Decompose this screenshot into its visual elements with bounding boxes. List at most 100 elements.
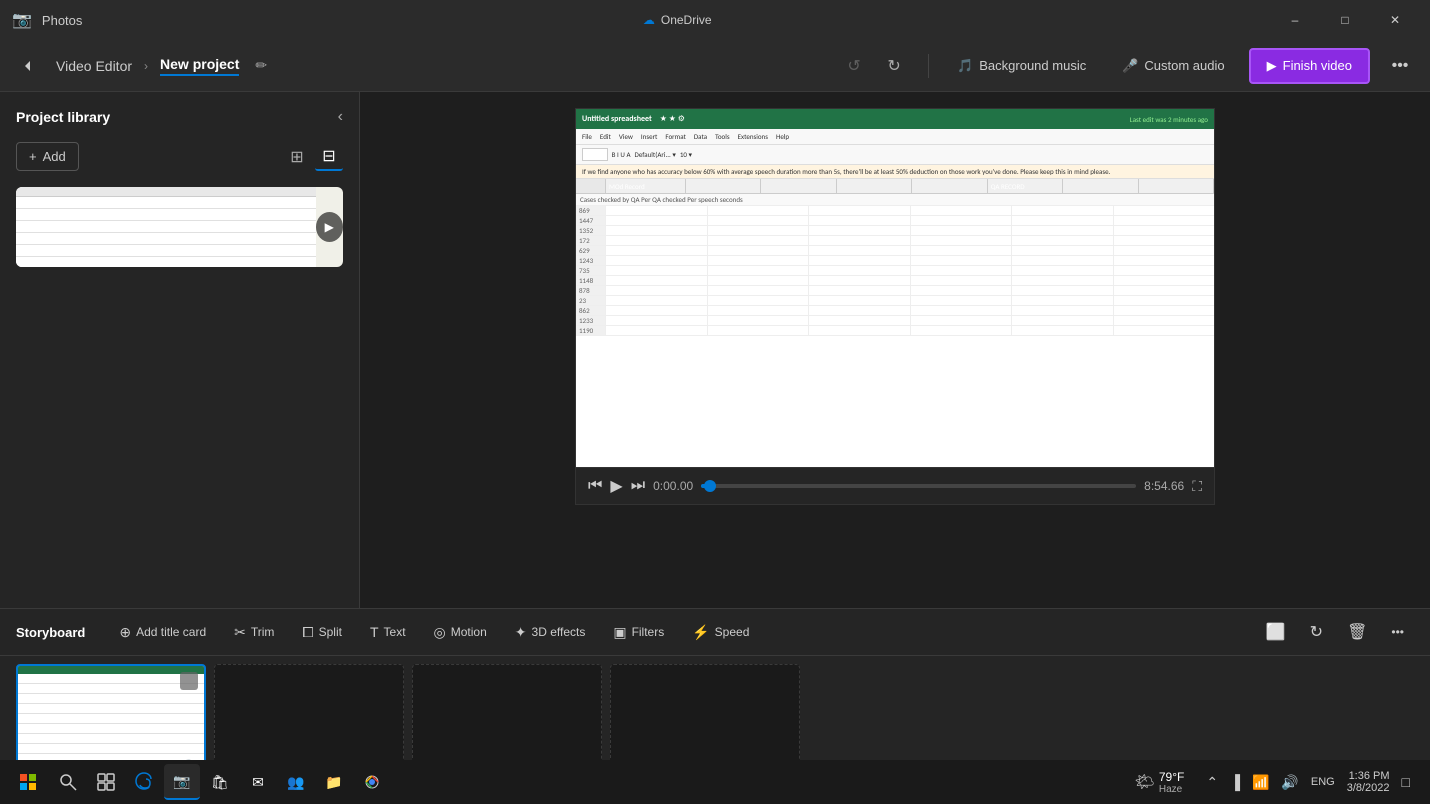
close-button[interactable]: ✕ bbox=[1372, 0, 1418, 40]
total-time-display: 8:54.66 bbox=[1144, 479, 1184, 493]
effects-3d-icon: ✦ bbox=[515, 624, 527, 641]
edge-taskbar-button[interactable] bbox=[126, 764, 162, 800]
onedrive-label: OneDrive bbox=[661, 13, 712, 27]
battery-icon[interactable]: ▐ bbox=[1226, 770, 1244, 794]
split-icon: ⧠ bbox=[302, 624, 313, 641]
photos-taskbar-button[interactable]: 📷 bbox=[164, 764, 200, 800]
edit-project-name-icon[interactable]: ✏ bbox=[255, 57, 267, 74]
video-controls-bar: ⏮ ▶ ⏭ 0:00.00 8:54.66 ⛶ bbox=[575, 468, 1215, 505]
speed-icon: ⚡ bbox=[692, 624, 709, 641]
finish-video-button[interactable]: ▶ Finish video bbox=[1249, 48, 1370, 84]
add-title-card-icon: ⊕ bbox=[119, 624, 131, 641]
mail-taskbar-button[interactable]: ✉ bbox=[240, 764, 276, 800]
grid-view-button[interactable]: ⊞ bbox=[283, 143, 311, 171]
weather-widget[interactable]: 🌤 79°F Haze bbox=[1127, 766, 1193, 799]
skip-back-button[interactable]: ⏮ bbox=[588, 477, 602, 495]
media-thumbnail: ▶ bbox=[16, 187, 343, 267]
video-preview-container: Untitled spreadsheet ★ ★ ⚙ Last edit was… bbox=[575, 108, 1215, 505]
filters-button[interactable]: ▣ Filters bbox=[603, 619, 674, 646]
more-options-button[interactable]: ••• bbox=[1382, 48, 1418, 84]
crop-icon-button[interactable]: ⬜ bbox=[1256, 617, 1296, 647]
speed-button[interactable]: ⚡ Speed bbox=[682, 619, 759, 646]
spreadsheet-lines bbox=[16, 197, 316, 267]
app-name-label: Video Editor bbox=[56, 58, 132, 74]
add-icon: + bbox=[29, 149, 37, 164]
taskbar: 📷 🛍 ✉ 👥 📁 🌤 79°F Haze ⌃ ▐ 📶 🔊 ENG 1:36 P… bbox=[0, 760, 1430, 804]
sidebar-toolbar: + Add ⊞ ⊟ bbox=[16, 142, 343, 171]
search-taskbar-button[interactable] bbox=[50, 764, 86, 800]
more-storyboard-button[interactable]: ••• bbox=[1381, 617, 1414, 647]
skip-forward-button[interactable]: ⏭ bbox=[631, 477, 645, 495]
background-music-button[interactable]: 🎵 Background music bbox=[945, 52, 1098, 80]
file-explorer-button[interactable]: 📁 bbox=[316, 764, 352, 800]
maximize-button[interactable]: □ bbox=[1322, 0, 1368, 40]
main-layout: Project library ‹ + Add ⊞ ⊟ ▶ bbox=[0, 92, 1430, 608]
redo-button[interactable]: ↻ bbox=[876, 48, 912, 84]
teams-taskbar-button[interactable]: 👥 bbox=[278, 764, 314, 800]
title-bar-controls: – □ ✕ bbox=[1272, 0, 1418, 40]
video-content: Untitled spreadsheet ★ ★ ⚙ Last edit was… bbox=[576, 109, 1214, 467]
clip-green-bar bbox=[18, 666, 204, 674]
cloud-icon: ☁ bbox=[643, 13, 655, 27]
delete-icon-button[interactable]: 🗑 bbox=[1337, 617, 1377, 647]
task-view-button[interactable] bbox=[88, 764, 124, 800]
preview-area: Untitled spreadsheet ★ ★ ⚙ Last edit was… bbox=[360, 92, 1430, 608]
trim-button[interactable]: ✂ Trim bbox=[224, 619, 284, 646]
spreadsheet-header bbox=[16, 187, 316, 197]
weather-info: 79°F Haze bbox=[1159, 770, 1184, 795]
split-button[interactable]: ⧠ Split bbox=[292, 619, 352, 646]
breadcrumb-separator: › bbox=[144, 59, 148, 73]
effects-3d-button[interactable]: ✦ 3D effects bbox=[505, 619, 596, 646]
language-indicator[interactable]: ENG bbox=[1307, 772, 1339, 792]
current-time-display: 0:00.00 bbox=[653, 479, 693, 493]
add-media-button[interactable]: + Add bbox=[16, 142, 79, 171]
onedrive-area: ☁ OneDrive bbox=[643, 13, 712, 27]
chevron-up-icon[interactable]: ⌃ bbox=[1202, 770, 1222, 795]
start-button[interactable] bbox=[8, 764, 48, 800]
video-preview: Untitled spreadsheet ★ ★ ⚙ Last edit was… bbox=[575, 108, 1215, 468]
undo-button[interactable]: ↺ bbox=[836, 48, 872, 84]
speaker-icon[interactable]: 🔊 bbox=[1277, 770, 1302, 795]
date-display: 3/8/2022 bbox=[1347, 782, 1390, 794]
storyboard-extra-icons: ⬜ ↻ 🗑 ••• bbox=[1256, 617, 1414, 647]
text-button[interactable]: T Text bbox=[360, 619, 416, 645]
minimize-button[interactable]: – bbox=[1272, 0, 1318, 40]
clip-corner bbox=[180, 672, 198, 690]
media-item[interactable]: ▶ bbox=[16, 187, 343, 267]
weather-condition: Haze bbox=[1159, 784, 1184, 795]
time-display: 1:36 PM bbox=[1347, 770, 1390, 782]
chrome-taskbar-button[interactable] bbox=[354, 764, 390, 800]
header-divider bbox=[928, 54, 929, 78]
storyboard-header: Storyboard ⊕ Add title card ✂ Trim ⧠ Spl… bbox=[0, 609, 1430, 656]
progress-bar[interactable] bbox=[701, 484, 1136, 488]
temperature: 79°F bbox=[1159, 770, 1184, 784]
excel-info-bar: If we find anyone who has accuracy below… bbox=[576, 165, 1214, 179]
excel-toolbar: 100% B I U A Default(Ari... ▾ 10 ▾ bbox=[576, 145, 1214, 165]
collapse-sidebar-button[interactable]: ‹ bbox=[338, 108, 343, 126]
play-overlay-icon: ▶ bbox=[316, 212, 343, 242]
add-title-card-button[interactable]: ⊕ Add title card bbox=[109, 619, 216, 646]
title-bar-app-name: Photos bbox=[42, 13, 82, 28]
back-button[interactable] bbox=[12, 50, 44, 82]
custom-audio-button[interactable]: 🎤 Custom audio bbox=[1110, 52, 1236, 80]
excel-col-headers: MOd Record QA RECORD bbox=[576, 179, 1214, 194]
project-library-sidebar: Project library ‹ + Add ⊞ ⊟ ▶ bbox=[0, 92, 360, 608]
play-button[interactable]: ▶ bbox=[610, 476, 622, 496]
spreadsheet-thumbnail bbox=[16, 187, 316, 267]
project-name-label: New project bbox=[160, 56, 239, 76]
view-toggle-group: ⊞ ⊟ bbox=[283, 143, 343, 171]
fullscreen-button[interactable]: ⛶ bbox=[1192, 478, 1202, 495]
rotate-icon-button[interactable]: ↻ bbox=[1300, 617, 1333, 647]
store-taskbar-button[interactable]: 🛍 bbox=[202, 764, 238, 800]
excel-data-area: Cases checked by QA Per QA checked Per s… bbox=[576, 194, 1214, 467]
music-icon: 🎵 bbox=[957, 58, 973, 74]
motion-icon: ◎ bbox=[434, 624, 446, 641]
clock-widget[interactable]: 1:36 PM 3/8/2022 bbox=[1343, 766, 1394, 798]
notification-icon[interactable]: □ bbox=[1398, 770, 1414, 794]
network-icon[interactable]: 📶 bbox=[1248, 770, 1273, 795]
undo-redo-group: ↺ ↻ bbox=[836, 48, 912, 84]
list-view-button[interactable]: ⊟ bbox=[315, 143, 343, 171]
filters-icon: ▣ bbox=[613, 624, 626, 641]
motion-button[interactable]: ◎ Motion bbox=[424, 619, 497, 646]
finish-icon: ▶ bbox=[1267, 58, 1277, 74]
